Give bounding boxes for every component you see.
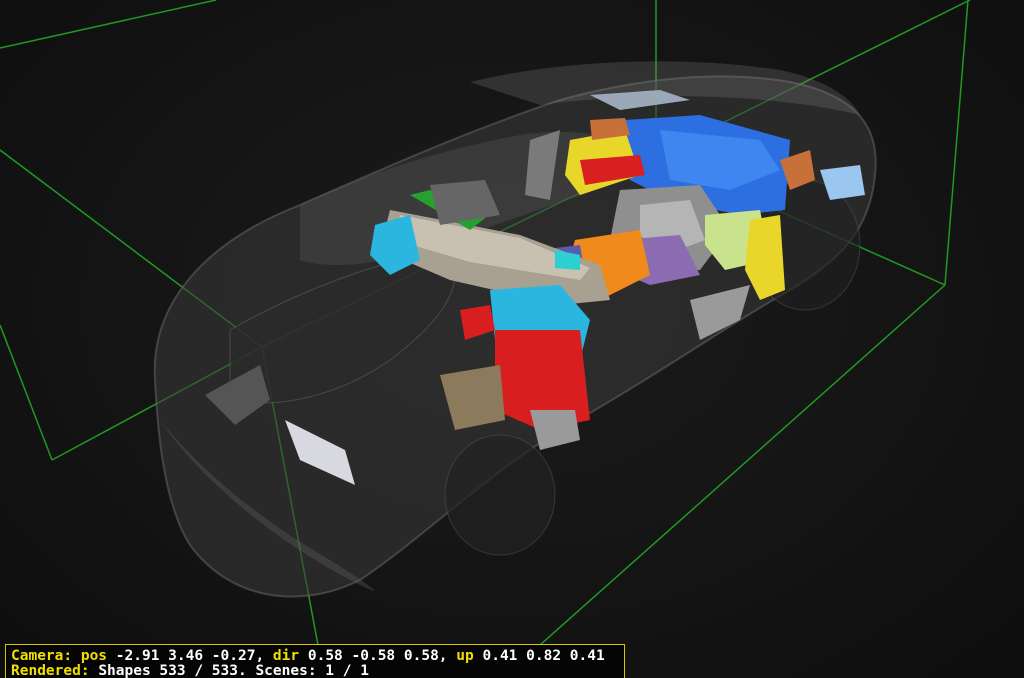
dir-value: 0.58 -0.58 0.58,	[307, 648, 448, 664]
3d-viewport[interactable]: Camera: pos -2.91 3.46 -0.27, dir 0.58 -…	[0, 0, 1024, 678]
pos-label: pos	[80, 648, 108, 664]
status-bar: Camera: pos -2.91 3.46 -0.27, dir 0.58 -…	[5, 644, 625, 678]
camera-label: Camera:	[11, 648, 73, 664]
rendered-line: Rendered: Shapes 533 / 533. Scenes: 1 / …	[11, 664, 624, 678]
camera-line: Camera: pos -2.91 3.46 -0.27, dir 0.58 -…	[11, 649, 624, 664]
scene-render[interactable]	[0, 0, 1024, 678]
dir-label: dir	[272, 648, 300, 664]
rendered-value: Shapes 533 / 533. Scenes: 1 / 1	[98, 663, 369, 678]
pos-value: -2.91 3.46 -0.27,	[115, 648, 265, 664]
up-value: 0.41 0.82 0.41	[482, 648, 605, 664]
rendered-label: Rendered:	[11, 663, 90, 678]
up-label: up	[456, 648, 474, 664]
